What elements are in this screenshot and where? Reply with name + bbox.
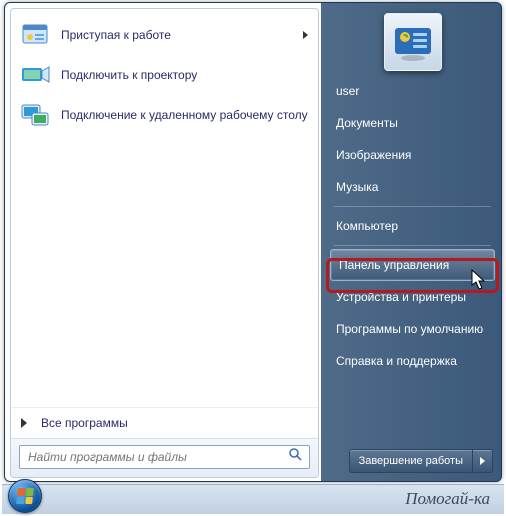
program-label: Подключение к удаленному рабочему столу <box>61 108 310 122</box>
start-left-panel: Приступая к работе Подключить к проектор… <box>10 8 319 478</box>
right-item-pictures[interactable]: Изображения <box>324 139 501 171</box>
search-row <box>11 438 318 477</box>
windows-logo-icon <box>16 488 34 504</box>
program-getting-started[interactable]: Приступая к работе <box>13 15 316 55</box>
right-item-documents[interactable]: Документы <box>324 107 501 139</box>
shutdown-options-button[interactable] <box>473 449 493 473</box>
right-item-label: Программы по умолчанию <box>336 322 483 336</box>
program-label: Приступая к работе <box>61 28 310 42</box>
shutdown-label: Завершение работы <box>359 455 463 467</box>
right-item-computer[interactable]: Компьютер <box>324 210 501 242</box>
right-item-label: Документы <box>336 116 398 130</box>
remote-desktop-icon <box>19 99 51 131</box>
program-label: Подключить к проектору <box>61 68 310 82</box>
program-remote-desktop[interactable]: Подключение к удаленному рабочему столу <box>13 95 316 135</box>
search-field[interactable] <box>19 445 310 469</box>
separator <box>334 206 491 207</box>
all-programs[interactable]: Все программы <box>11 407 318 438</box>
start-menu: Приступая к работе Подключить к проектор… <box>4 2 502 482</box>
projector-icon <box>19 59 51 91</box>
shutdown-button[interactable]: Завершение работы <box>349 449 473 473</box>
user-picture[interactable] <box>384 13 442 71</box>
taskbar: Помогай-ка <box>2 484 504 514</box>
right-item-label: Панель управления <box>339 258 449 272</box>
brand-text: Помогай-ка <box>405 489 490 509</box>
right-item-label: Устройства и принтеры <box>336 290 466 304</box>
search-input[interactable] <box>28 450 288 464</box>
start-button[interactable] <box>8 479 42 513</box>
search-icon <box>288 447 303 467</box>
right-item-music[interactable]: Музыка <box>324 171 501 203</box>
shutdown-row: Завершение работы <box>349 449 493 473</box>
control-panel-icon <box>391 20 435 64</box>
all-programs-label: Все программы <box>41 416 128 430</box>
right-item-control-panel[interactable]: Панель управления <box>330 249 495 281</box>
program-connect-projector[interactable]: Подключить к проектору <box>13 55 316 95</box>
arrow-right-icon <box>21 418 27 428</box>
recent-programs-list: Приступая к работе Подключить к проектор… <box>11 9 318 407</box>
right-item-default-programs[interactable]: Программы по умолчанию <box>324 313 501 345</box>
right-item-label: Изображения <box>336 148 411 162</box>
right-item-label: Музыка <box>336 180 378 194</box>
submenu-arrow-icon <box>303 31 308 39</box>
right-item-devices-printers[interactable]: Устройства и принтеры <box>324 281 501 313</box>
getting-started-icon <box>19 19 51 51</box>
right-item-label: Компьютер <box>336 219 398 233</box>
right-item-label: user <box>336 84 359 98</box>
right-item-user[interactable]: user <box>324 75 501 107</box>
right-item-help[interactable]: Справка и поддержка <box>324 345 501 377</box>
start-right-panel: user Документы Изображения Музыка Компью… <box>324 3 501 481</box>
separator <box>334 245 491 246</box>
arrow-right-icon <box>480 457 485 465</box>
right-item-label: Справка и поддержка <box>336 354 457 368</box>
